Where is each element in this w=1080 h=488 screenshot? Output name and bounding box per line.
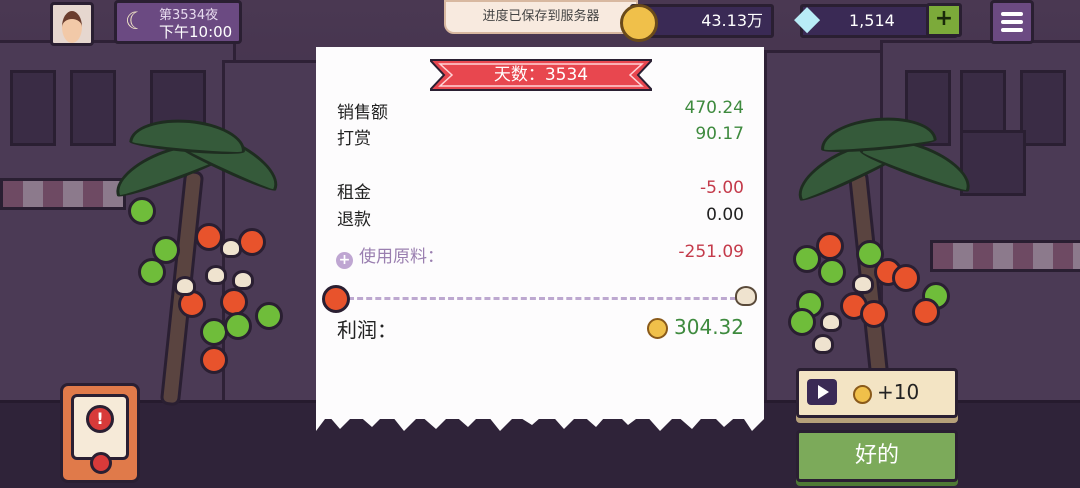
divider-dashed xyxy=(348,297,736,300)
watch-ad-reward-button[interactable]: +10 xyxy=(796,368,958,418)
garlic-clove xyxy=(205,265,227,285)
coin-icon xyxy=(647,318,668,339)
menu-button[interactable] xyxy=(990,0,1034,44)
window xyxy=(70,70,116,146)
gem-value: 1,514 xyxy=(849,11,895,30)
garlic-clove xyxy=(812,334,834,354)
sales-label: 销售额 xyxy=(337,103,388,123)
alert-dot xyxy=(90,452,112,474)
player-avatar[interactable] xyxy=(50,2,94,46)
pepper-slice xyxy=(128,197,156,225)
day-banner: 天数：3534 xyxy=(493,65,589,85)
tomato-slice xyxy=(200,346,228,374)
profit-label: 利润： xyxy=(337,318,397,342)
garlic-clove xyxy=(174,276,196,296)
night-time-panel: ☾ 第3534夜 下午10:00 xyxy=(114,0,242,44)
alert-card-face: ! xyxy=(71,394,129,460)
tomato-slice xyxy=(322,285,350,313)
diamond-icon: ◆ xyxy=(794,0,821,38)
tomato-slice xyxy=(860,300,888,328)
avatar-face xyxy=(62,11,82,43)
play-video-icon xyxy=(807,379,837,405)
ad-reward-amount: +10 xyxy=(877,380,920,404)
rent-value: -5.00 xyxy=(700,178,744,198)
pepper-slice xyxy=(224,312,252,340)
coin-icon xyxy=(620,4,658,42)
coin-icon xyxy=(853,385,872,404)
save-toast: 进度已保存到服务器 xyxy=(444,0,638,34)
tips-label: 打赏 xyxy=(337,129,371,149)
tomato-slice xyxy=(195,223,223,251)
tips-value: 90.17 xyxy=(695,124,744,144)
garlic-clove xyxy=(735,286,757,306)
menu-icon-bar xyxy=(1001,28,1023,32)
tomato-slice xyxy=(892,264,920,292)
plus-circle-icon: + xyxy=(336,252,353,269)
receipt-torn-edge xyxy=(316,405,764,431)
garlic-clove xyxy=(232,270,254,290)
window xyxy=(1020,70,1066,146)
awning xyxy=(0,178,126,210)
game-clock: 下午10:00 xyxy=(159,23,233,41)
sales-value: 470.24 xyxy=(684,98,744,118)
menu-icon xyxy=(1001,12,1023,16)
ingredients-label: 使用原料： xyxy=(359,247,444,267)
alert-card-button[interactable]: ! xyxy=(60,383,140,483)
refund-label: 退款 xyxy=(337,210,371,230)
profit-value: 304.32 xyxy=(674,315,744,339)
garlic-clove xyxy=(852,274,874,294)
awning xyxy=(930,240,1080,272)
garlic-clove xyxy=(220,238,242,258)
tomato-slice xyxy=(238,228,266,256)
add-gems-button[interactable]: + xyxy=(926,3,962,37)
tomato-slice xyxy=(816,232,844,260)
pepper-slice xyxy=(138,258,166,286)
rent-label: 租金 xyxy=(337,183,371,203)
pepper-slice xyxy=(788,308,816,336)
garlic-clove xyxy=(820,312,842,332)
window xyxy=(10,70,56,146)
moon-icon: ☾ xyxy=(125,7,147,35)
ingredients-expand[interactable]: + 使用原料： xyxy=(336,242,444,269)
menu-icon-bar xyxy=(1001,20,1023,24)
alert-icon: ! xyxy=(86,405,114,433)
pepper-slice xyxy=(255,302,283,330)
ingredients-value: -251.09 xyxy=(678,242,744,262)
tomato-slice xyxy=(912,298,940,326)
pepper-slice xyxy=(818,258,846,286)
ok-button[interactable]: 好的 xyxy=(796,430,958,482)
refund-value: 0.00 xyxy=(706,205,744,225)
